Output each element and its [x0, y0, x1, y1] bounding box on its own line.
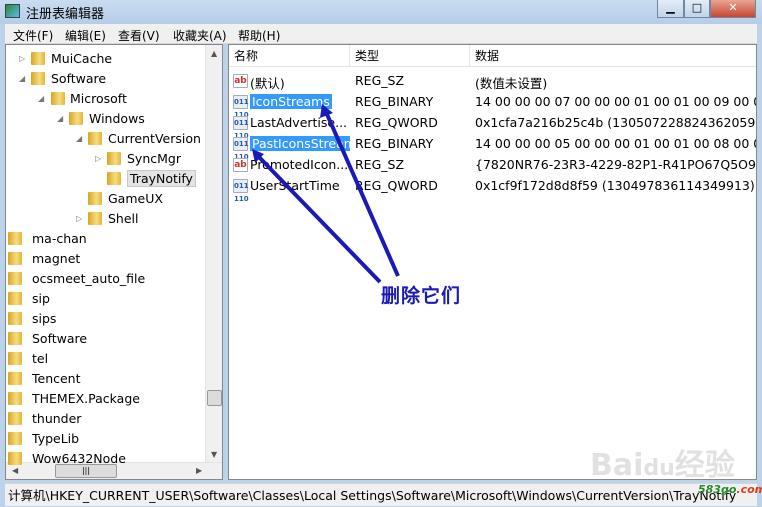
arrow-to-iconstreams — [324, 111, 400, 277]
baidu-watermark: Baidu经验 — [590, 448, 735, 483]
annotation-label: 删除它们 — [381, 285, 462, 307]
annotation-arrows — [252, 104, 400, 284]
site-watermark: 583go.com — [698, 483, 762, 496]
arrow-to-pasticonsstream — [256, 154, 382, 284]
